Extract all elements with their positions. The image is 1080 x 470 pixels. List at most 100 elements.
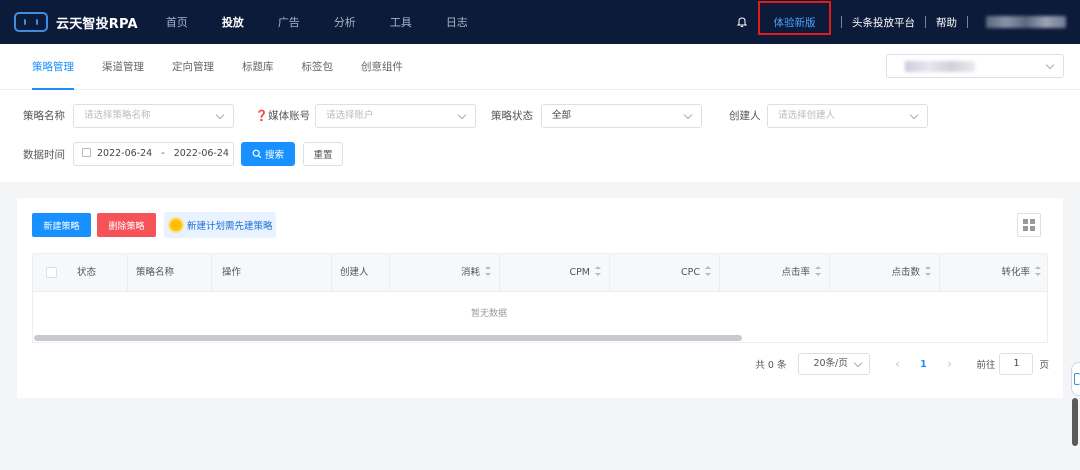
sort-icon bbox=[925, 266, 931, 276]
total-count: 共 0 条 bbox=[755, 360, 787, 371]
chevron-down-icon bbox=[909, 110, 919, 120]
chevron-down-icon bbox=[854, 358, 863, 368]
page-size-select[interactable]: 20条/页 bbox=[798, 353, 871, 375]
col-cpm[interactable]: CPM bbox=[499, 254, 609, 292]
creator-label: 创建人 bbox=[729, 110, 761, 122]
logo[interactable]: 云天智投RPA bbox=[14, 12, 138, 32]
col-creator: 创建人 bbox=[331, 254, 389, 292]
select-all-checkbox[interactable] bbox=[46, 267, 57, 278]
account-select[interactable] bbox=[886, 54, 1064, 78]
col-conversion-rate[interactable]: 转化率 bbox=[939, 254, 1047, 292]
horizontal-scrollbar[interactable] bbox=[34, 335, 742, 341]
reset-label: 重置 bbox=[313, 150, 333, 161]
chevron-down-icon bbox=[683, 110, 693, 120]
table-header: 状态 策略名称 操作 创建人 消耗 CPM CPC 点击率 点击数 转化率 bbox=[33, 254, 1047, 292]
chevron-down-icon bbox=[215, 110, 225, 120]
account-name-redacted bbox=[905, 61, 975, 72]
delete-strategy-button[interactable]: 删除策略 bbox=[97, 213, 156, 237]
data-time-label: 数据时间 bbox=[23, 149, 65, 161]
tab-channel-management[interactable]: 渠道管理 bbox=[102, 44, 144, 90]
next-page-button[interactable]: › bbox=[940, 357, 958, 371]
strategy-status-label: 策略状态 bbox=[491, 110, 533, 122]
try-new-version-link[interactable]: 体验新版 bbox=[774, 15, 816, 30]
search-icon bbox=[252, 149, 262, 159]
chevron-down-icon bbox=[1045, 60, 1055, 70]
strategy-name-placeholder: 请选择策略名称 bbox=[84, 110, 151, 121]
filter-panel: 策略名称 请选择策略名称 ❓媒体账号 请选择账户 策略状态 全部 创建人 请选择… bbox=[0, 90, 1080, 182]
creator-select[interactable]: 请选择创建人 bbox=[767, 104, 928, 128]
tab-creative-components[interactable]: 创意组件 bbox=[361, 44, 403, 90]
date-start: 2022-06-24 bbox=[97, 148, 153, 159]
sort-icon bbox=[705, 266, 711, 276]
nav-item-ads[interactable]: 广告 bbox=[278, 14, 300, 30]
col-actions: 操作 bbox=[211, 254, 331, 292]
page-unit-label: 页 bbox=[1039, 360, 1049, 371]
strategy-table: 状态 策略名称 操作 创建人 消耗 CPM CPC 点击率 点击数 转化率 暂无… bbox=[32, 253, 1048, 343]
nav-item-home[interactable]: 首页 bbox=[166, 14, 188, 30]
right-nav: 体验新版 头条投放平台 帮助 bbox=[736, 0, 1080, 44]
search-button[interactable]: 搜索 bbox=[241, 142, 295, 166]
highlight-box: 体验新版 bbox=[758, 1, 831, 35]
page-size-value: 20条/页 bbox=[813, 358, 848, 369]
col-status: 状态 bbox=[77, 267, 97, 278]
chevron-down-icon bbox=[457, 110, 467, 120]
nav-item-logs[interactable]: 日志 bbox=[446, 14, 468, 30]
tab-tag-package[interactable]: 标签包 bbox=[302, 44, 334, 90]
delete-strategy-label: 删除策略 bbox=[108, 221, 145, 232]
strategy-name-label: 策略名称 bbox=[23, 110, 65, 122]
vertical-scrollbar[interactable] bbox=[1072, 398, 1078, 446]
bell-icon[interactable] bbox=[736, 16, 748, 28]
col-ctr[interactable]: 点击率 bbox=[719, 254, 829, 292]
divider bbox=[925, 16, 926, 28]
reset-button[interactable]: 重置 bbox=[303, 142, 343, 166]
tab-title-library[interactable]: 标题库 bbox=[242, 44, 274, 90]
sun-icon bbox=[170, 219, 182, 231]
creator-placeholder: 请选择创建人 bbox=[778, 110, 836, 121]
divider bbox=[967, 16, 968, 28]
date-separator: - bbox=[161, 148, 165, 159]
pagination: 共 0 条 20条/页 ‹ 1 › 前往 1 页 bbox=[755, 353, 1049, 375]
help-link[interactable]: 帮助 bbox=[936, 15, 957, 30]
empty-state-text: 暂无数据 bbox=[471, 309, 508, 319]
search-label: 搜索 bbox=[264, 150, 284, 161]
strategy-status-value: 全部 bbox=[552, 110, 572, 121]
logo-icon bbox=[14, 12, 48, 32]
tip-banner: 新建计划需先建策略 bbox=[164, 212, 276, 238]
sort-icon bbox=[815, 266, 821, 276]
sort-icon bbox=[1035, 266, 1041, 276]
tab-strategy-management[interactable]: 策略管理 bbox=[32, 44, 74, 90]
media-account-label: ❓媒体账号 bbox=[255, 110, 311, 122]
strategy-status-select[interactable]: 全部 bbox=[541, 104, 702, 128]
feedback-tab[interactable] bbox=[1071, 362, 1080, 396]
strategy-name-select[interactable]: 请选择策略名称 bbox=[73, 104, 234, 128]
top-navbar: 云天智投RPA 首页 投放 广告 分析 工具 日志 体验新版 头条投放平台 帮助 bbox=[0, 0, 1080, 44]
main-nav: 首页 投放 广告 分析 工具 日志 bbox=[166, 14, 502, 30]
nav-item-analysis[interactable]: 分析 bbox=[334, 14, 356, 30]
new-strategy-button[interactable]: 新建策略 bbox=[32, 213, 91, 237]
col-spend[interactable]: 消耗 bbox=[389, 254, 499, 292]
user-menu[interactable] bbox=[986, 16, 1066, 28]
divider bbox=[841, 16, 842, 28]
col-cpc[interactable]: CPC bbox=[609, 254, 719, 292]
date-range-picker[interactable]: 2022-06-24 - 2022-06-24 bbox=[73, 142, 234, 166]
new-strategy-label: 新建策略 bbox=[43, 221, 80, 232]
logo-text: 云天智投RPA bbox=[56, 16, 138, 32]
prev-page-button[interactable]: ‹ bbox=[888, 357, 906, 371]
goto-label: 前往 bbox=[976, 360, 996, 371]
current-page[interactable]: 1 bbox=[912, 359, 934, 370]
grid-icon bbox=[1023, 219, 1028, 224]
tip-text: 新建计划需先建策略 bbox=[187, 221, 273, 232]
media-account-select[interactable]: 请选择账户 bbox=[315, 104, 476, 128]
nav-item-delivery[interactable]: 投放 bbox=[222, 14, 244, 30]
strategy-table-card: 新建策略 删除策略 新建计划需先建策略 状态 策略名称 操作 创建人 消耗 CP… bbox=[17, 198, 1063, 398]
goto-page-input[interactable]: 1 bbox=[999, 353, 1034, 375]
sort-icon bbox=[485, 266, 491, 276]
col-clicks[interactable]: 点击数 bbox=[829, 254, 939, 292]
toutiao-platform-link[interactable]: 头条投放平台 bbox=[852, 15, 915, 30]
col-strategy-name: 策略名称 bbox=[127, 254, 211, 292]
sort-icon bbox=[595, 266, 601, 276]
nav-item-tools[interactable]: 工具 bbox=[390, 14, 412, 30]
tab-targeting-management[interactable]: 定向管理 bbox=[172, 44, 214, 90]
column-settings-button[interactable] bbox=[1017, 213, 1041, 237]
date-end: 2022-06-24 bbox=[173, 148, 229, 159]
